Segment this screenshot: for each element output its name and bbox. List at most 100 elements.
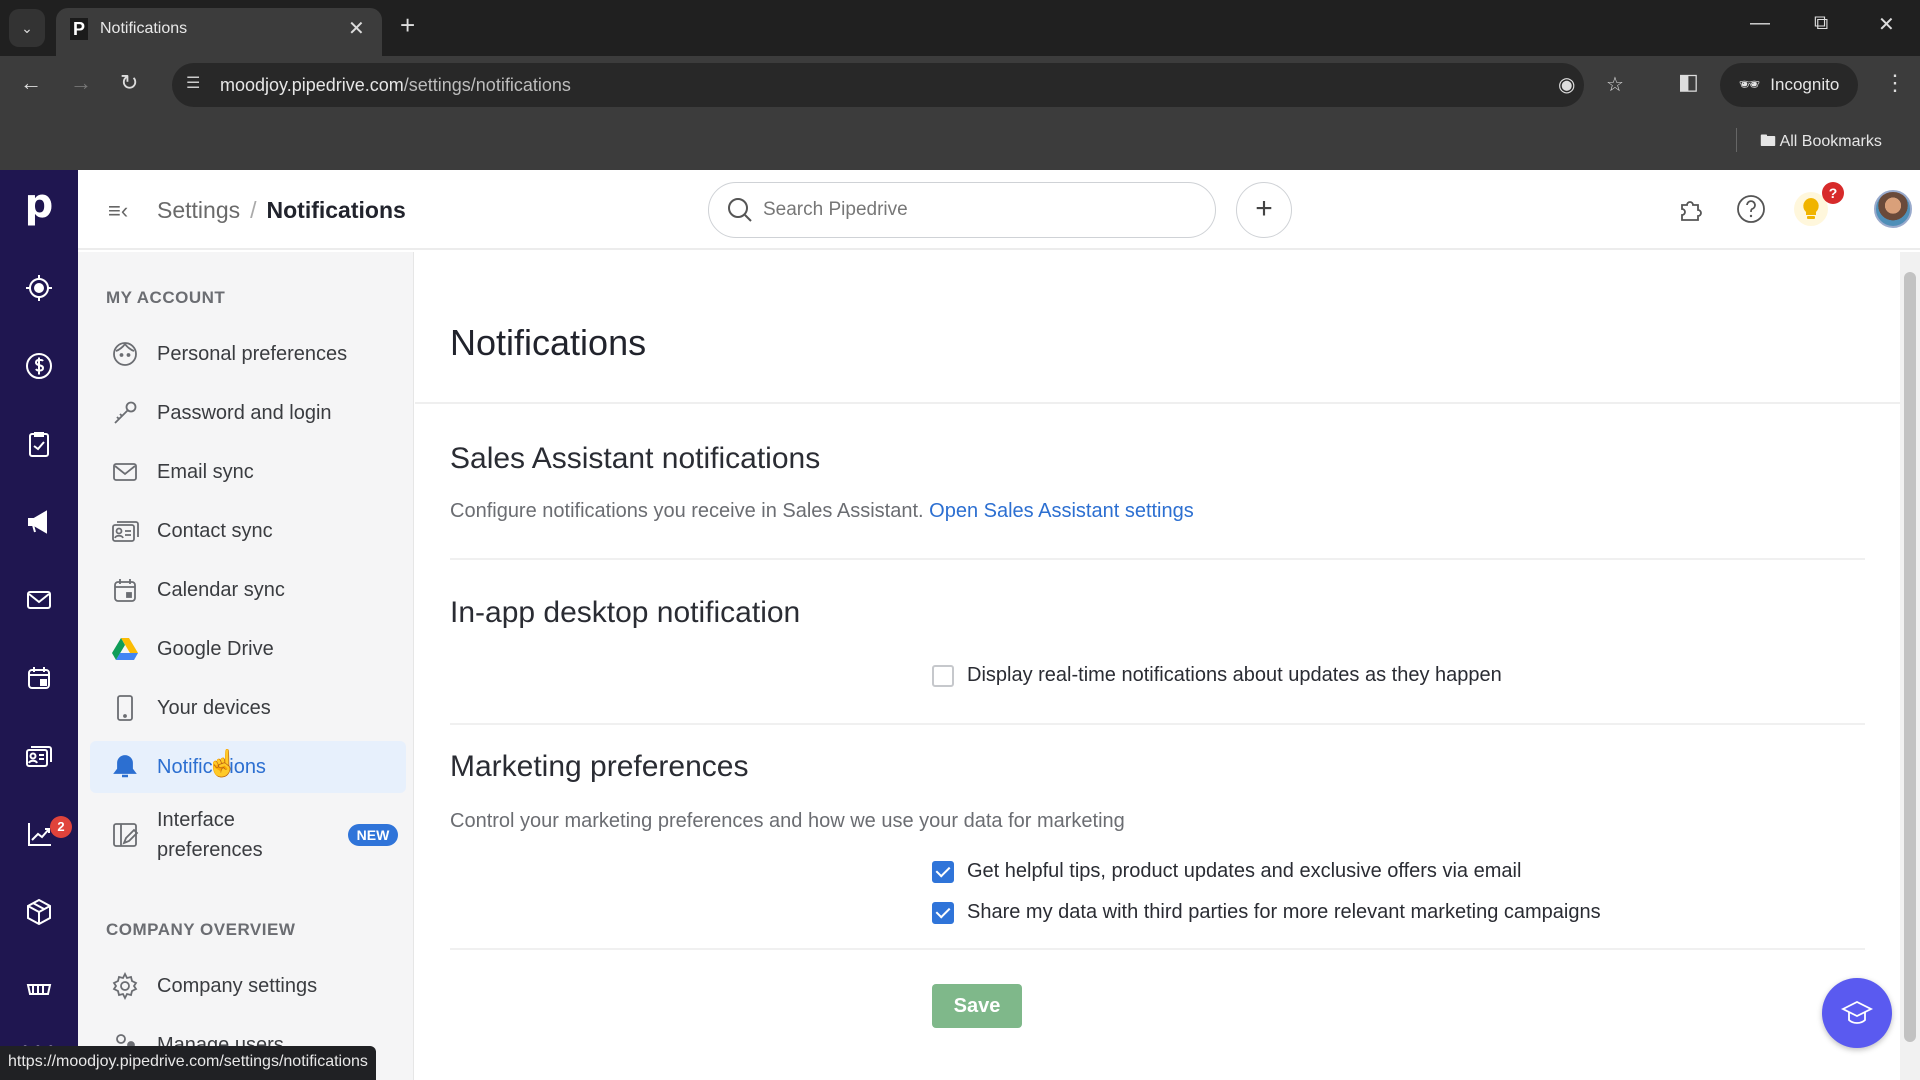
eye-off-icon[interactable]: ◉ [1558,72,1575,97]
star-icon[interactable]: ☆ [1606,72,1624,97]
close-tab-icon[interactable]: ✕ [348,16,365,41]
notifications-content: Notifications Sales Assistant notificati… [415,252,1900,1080]
rail-insights[interactable] [19,814,59,854]
pipedrive-favicon-icon: P [70,18,88,40]
rail-mail[interactable] [19,580,59,620]
collapse-menu-icon[interactable]: ≡‹ [108,198,128,224]
calendar-icon [28,667,50,689]
nav-your-devices[interactable]: Your devices [90,682,406,734]
graduation-cap-icon [1840,1000,1874,1024]
share-data-option[interactable]: Share my data with third parties for mor… [932,901,1601,924]
user-avatar[interactable] [1874,190,1912,228]
contacts-icon [26,746,52,767]
url-text[interactable]: moodjoy.pipedrive.com/settings/notificat… [220,75,571,96]
realtime-notifications-checkbox[interactable] [932,664,954,687]
nav-interface-preferences[interactable]: Interface preferences NEW [90,800,406,870]
search-icon [728,198,752,222]
section-divider [450,948,1865,950]
gear-icon [112,972,138,1000]
clipboard-check-icon [29,432,49,457]
bookmarks-divider [1736,128,1737,152]
save-button[interactable]: Save [932,984,1022,1028]
face-icon [113,342,137,366]
rail-campaigns[interactable] [19,502,59,542]
interface-icon [113,823,139,847]
new-tab-button[interactable]: + [400,12,415,38]
nav-calendar-sync[interactable]: Calendar sync [90,564,406,616]
nav-personal-preferences[interactable]: Personal preferences [90,328,406,380]
marketing-email-option[interactable]: Get helpful tips, product updates and ex… [932,860,1521,883]
rail-products[interactable] [19,892,59,932]
lightbulb-icon [1803,198,1819,219]
calendar-icon [114,579,136,602]
nav-google-drive[interactable]: Google Drive [90,623,406,675]
more-menu-icon[interactable]: ⋮ [1884,70,1906,96]
in-app-title: In-app desktop notification [450,596,801,629]
dollar-icon [26,353,52,379]
marketing-title: Marketing preferences [450,750,749,783]
rail-calendar[interactable] [19,658,59,698]
reload-icon[interactable]: ↻ [120,70,138,96]
incognito-indicator[interactable]: 🕶 Incognito [1720,63,1858,107]
pipedrive-logo[interactable]: p [19,184,59,224]
browser-toolbar: ← → ↻ ☰ moodjoy.pipedrive.com/settings/n… [0,56,1920,114]
search-box[interactable] [708,182,1216,238]
all-bookmarks[interactable]: 🖿 All Bookmarks [1760,130,1882,157]
rail-marketplace[interactable] [19,970,59,1010]
browser-tab[interactable]: P Notifications ✕ [56,8,382,56]
nav-password-login[interactable]: Password and login [90,387,406,439]
storefront-icon [26,984,52,995]
realtime-notifications-option[interactable]: Display real-time notifications about up… [932,664,1502,687]
rail-contacts[interactable] [19,736,59,776]
rail-leads[interactable] [19,268,59,308]
bookmarks-bar: 🖿 All Bookmarks [0,114,1920,170]
extensions-button[interactable] [1674,192,1708,226]
sales-assistant-description: Configure notifications you receive in S… [450,500,1194,522]
restore-icon[interactable]: ⧉ [1814,12,1828,35]
address-bar[interactable]: ☰ moodjoy.pipedrive.com/settings/notific… [172,63,1624,107]
back-icon[interactable]: ← [20,70,42,96]
title-divider [415,402,1900,404]
share-data-checkbox[interactable] [932,901,954,924]
page-scrollbar[interactable] [1900,252,1920,1080]
app-header: ≡‹ Settings / Notifications + ? [78,170,1920,250]
help-icon [1737,195,1765,223]
breadcrumb-settings[interactable]: Settings [157,197,240,223]
nav-email-sync[interactable]: Email sync [90,446,406,498]
folder-icon: 🖿 [1760,133,1777,150]
sales-assistant-title: Sales Assistant notifications [450,442,821,475]
quick-add-button[interactable]: + [1236,182,1292,238]
tab-title: Notifications [100,20,188,37]
site-info-icon[interactable]: ☰ [186,73,200,93]
marketing-description: Control your marketing preferences and h… [450,810,1125,832]
rail-deals[interactable] [19,346,59,386]
breadcrumb-separator: / [250,197,257,223]
open-sales-assistant-link[interactable]: Open Sales Assistant settings [929,500,1194,522]
close-window-icon[interactable]: ✕ [1878,12,1895,37]
academy-button[interactable] [1822,978,1892,1048]
envelope-icon [113,463,137,481]
scrollbar-thumb[interactable] [1904,272,1916,1042]
tab-list-button[interactable]: ⌄ [9,9,45,47]
nav-notifications[interactable]: Notifications [90,741,406,793]
mail-icon [27,591,51,609]
incognito-icon: 🕶 [1738,75,1761,94]
bell-icon [113,755,137,778]
rail-activities[interactable] [19,424,59,464]
side-panel-icon[interactable]: ◧ [1678,69,1699,95]
help-button[interactable] [1734,192,1768,226]
link-status-bar: https://moodjoy.pipedrive.com/settings/n… [0,1046,376,1080]
forward-icon[interactable]: → [70,70,92,96]
app-rail: p 2 ○○○ [0,170,78,1080]
section-my-account: MY ACCOUNT [106,288,226,307]
pipedrive-logo-icon: p [24,181,54,227]
nav-contact-sync[interactable]: Contact sync [90,505,406,557]
marketing-email-checkbox[interactable] [932,860,954,883]
search-input[interactable] [763,191,1203,229]
minimize-icon[interactable]: — [1750,12,1770,35]
key-icon [114,401,137,424]
google-drive-icon [112,638,138,660]
phone-icon [117,695,133,721]
nav-company-settings[interactable]: Company settings [90,960,406,1012]
chart-icon [28,823,51,846]
